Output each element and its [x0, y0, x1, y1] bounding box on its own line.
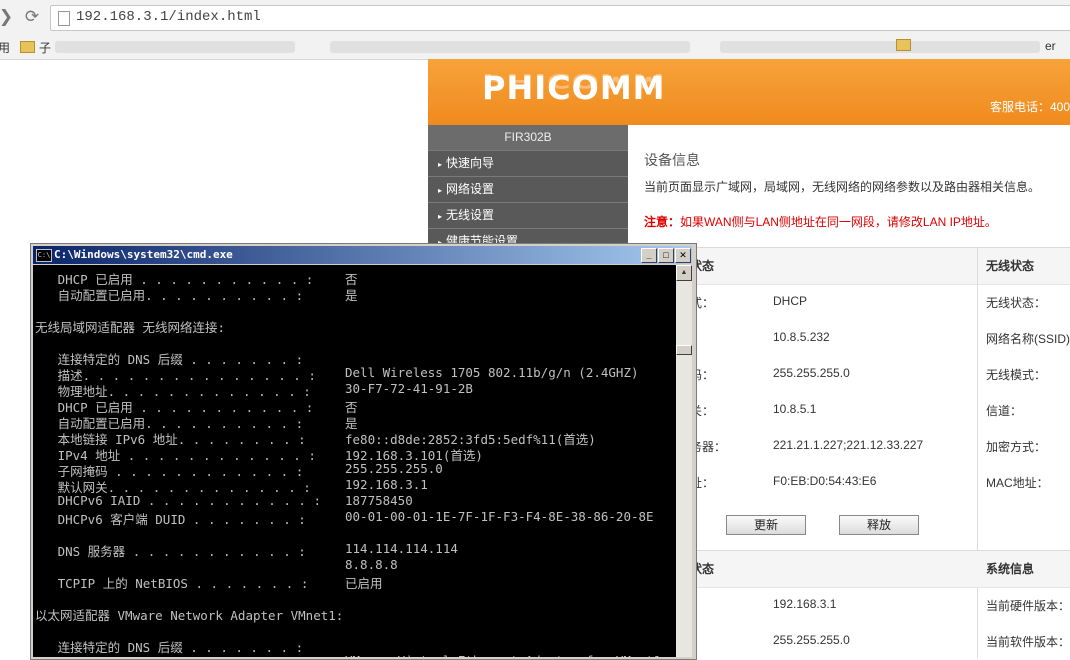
wireless-label: 网络名称(SSID) — [986, 332, 1070, 346]
console-scrollbar[interactable]: ▲ — [676, 265, 692, 657]
header-banner: PHICOMM PHICOMM 客服电话：400- — [428, 59, 1070, 125]
section-title: 设备信息 — [644, 152, 700, 168]
release-button[interactable]: 释放 — [839, 515, 919, 535]
scroll-up-icon[interactable]: ▲ — [676, 265, 692, 281]
maximize-button[interactable]: □ — [658, 248, 674, 263]
wan-value: 255.255.255.0 — [773, 366, 850, 380]
folder-icon — [20, 41, 35, 53]
console-line: 无线局域网适配器 无线网络连接: — [35, 320, 226, 335]
forward-icon[interactable]: ❯ — [0, 7, 16, 27]
notice: 注意：如果WAN侧与LAN侧地址在同一网段，请修改LAN IP地址。 — [644, 215, 997, 229]
console-icon[interactable]: C:\ — [36, 249, 52, 262]
update-button[interactable]: 更新 — [726, 515, 806, 535]
menu-item-wireless[interactable]: ▸ 无线设置 — [428, 202, 628, 228]
menu-item-quick-setup[interactable]: ▸ 快速向导 — [428, 150, 628, 176]
url-text: 192.168.3.1/index.html — [76, 9, 261, 25]
address-bar[interactable]: 192.168.3.1/index.html — [50, 5, 1070, 31]
wan-value: F0:EB:D0:54:43:E6 — [773, 474, 877, 488]
page-icon — [58, 11, 70, 26]
bookmark-label: 子 — [39, 41, 52, 55]
wireless-label: 信道： — [986, 404, 1023, 418]
console-line: DHCPv6 IAID . . . . . . . . . . . :18775… — [35, 493, 413, 508]
lan-value: 255.255.255.0 — [773, 633, 850, 647]
menu-item-network[interactable]: ▸ 网络设置 — [428, 176, 628, 202]
system-label: 当前硬件版本： — [986, 599, 1070, 613]
console-line: 描述. . . . . . . . . . . . . . . :VMware … — [35, 653, 662, 657]
blurred-bookmarks — [330, 41, 690, 53]
wireless-label: 无线状态： — [986, 296, 1047, 310]
brand-logo-reflection: PHICOMM — [482, 69, 666, 92]
bullet-icon: ▸ — [438, 160, 443, 169]
bookmarks-bar: 用 子 er — [0, 35, 1070, 60]
wireless-status-header: 无线状态 — [986, 259, 1035, 273]
model-name: FIR302B — [428, 125, 628, 150]
system-label: 当前软件版本： — [986, 635, 1070, 649]
bookmark-item[interactable]: er — [1045, 39, 1056, 53]
wan-value: 221.21.1.227;221.12.33.227 — [773, 438, 924, 452]
cmd-title-bar[interactable]: C:\ C:\Windows\system32\cmd.exe _ □ ✕ — [33, 246, 692, 264]
bullet-icon: ▸ — [438, 212, 443, 221]
console-line: 自动配置已启用. . . . . . . . . . :是 — [35, 288, 358, 303]
console-line: TCPIP 上的 NetBIOS . . . . . . . : 已启用 — [35, 576, 383, 591]
console-output[interactable]: DHCP 已启用 . . . . . . . . . . . :否 自动配置已启… — [33, 265, 676, 657]
bookmark-folder[interactable] — [896, 39, 915, 53]
lan-value: 192.168.3.1 — [773, 597, 837, 611]
wan-value: 10.8.5.232 — [773, 330, 830, 344]
reload-icon[interactable]: ⟳ — [22, 7, 42, 27]
wan-value: 10.8.5.1 — [773, 402, 817, 416]
folder-icon — [896, 39, 911, 51]
blurred-bookmarks — [55, 41, 295, 53]
bookmark-folder[interactable]: 子 — [20, 39, 51, 56]
close-button[interactable]: ✕ — [675, 248, 691, 263]
bookmark-item[interactable]: 用 — [0, 39, 10, 56]
wireless-label: 加密方式： — [986, 440, 1047, 454]
system-info-header: 系统信息 — [986, 562, 1035, 576]
console-line: DNS 服务器 . . . . . . . . . . . :114.114.1… — [35, 541, 458, 559]
console-line: 以太网适配器 VMware Network Adapter VMnet1: — [35, 608, 344, 623]
column-divider — [977, 247, 978, 658]
wireless-label: 无线模式： — [986, 368, 1047, 382]
cmd-title-text: C:\Windows\system32\cmd.exe — [54, 248, 233, 261]
browser-toolbar: ❯ ⟳ 192.168.3.1/index.html — [0, 0, 1070, 35]
minimize-button[interactable]: _ — [641, 248, 657, 263]
wan-value: DHCP — [773, 294, 808, 308]
cmd-window[interactable]: C:\ C:\Windows\system32\cmd.exe _ □ ✕ DH… — [30, 243, 697, 660]
blurred-bookmarks — [720, 41, 1040, 53]
bullet-icon: ▸ — [438, 186, 443, 195]
scroll-thumb[interactable] — [676, 345, 692, 355]
section-description: 当前页面显示广域网，局域网，无线网络的网络参数以及路由器相关信息。 — [644, 180, 1041, 194]
console-line: DHCPv6 客户端 DUID . . . . . . . :00-01-00-… — [35, 509, 654, 527]
service-hotline: 客服电话：400- — [990, 100, 1070, 114]
wireless-label: MAC地址： — [986, 476, 1049, 490]
